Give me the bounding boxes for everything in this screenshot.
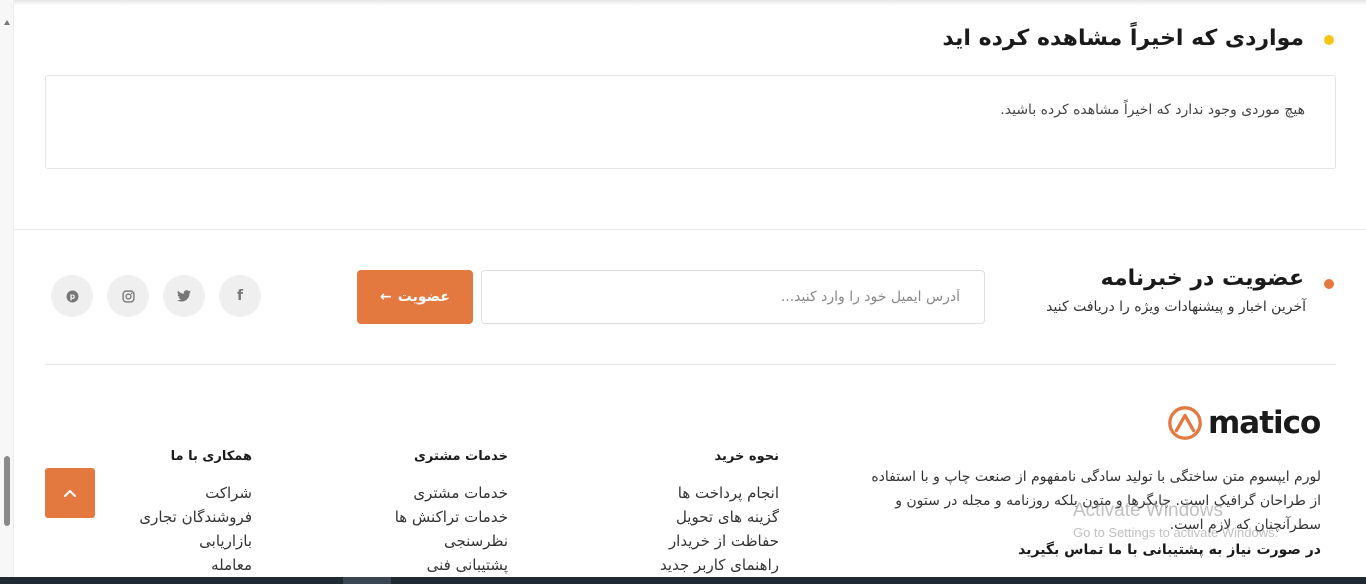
instagram-icon xyxy=(121,289,135,303)
scroll-to-top-button[interactable] xyxy=(45,468,95,518)
arrow-left-icon: ← xyxy=(380,289,392,305)
footer-link[interactable]: انجام پرداخت ها xyxy=(660,481,779,505)
footer-link[interactable]: گزینه های تحویل xyxy=(660,505,779,529)
chevron-up-icon xyxy=(64,490,76,497)
activate-windows-subtext: Go to Settings to activate Windows. xyxy=(1073,525,1279,540)
footer-link[interactable]: خدمات مشتری xyxy=(395,481,508,505)
recently-viewed-title: مواردی که اخیراً مشاهده کرده اید xyxy=(942,26,1304,51)
footer-column-title: نحوه خرید xyxy=(714,449,779,464)
footer-link[interactable]: راهنمای کاربر جدید xyxy=(660,553,779,577)
footer-link[interactable]: بازاریابی xyxy=(139,529,252,553)
facebook-button[interactable]: f xyxy=(219,275,261,317)
subscribe-label: عضویت xyxy=(397,289,450,305)
footer-link[interactable]: حفاظت از خریدار xyxy=(660,529,779,553)
footer-link[interactable]: شراکت xyxy=(139,481,252,505)
matico-logo[interactable]: matico xyxy=(1166,403,1321,443)
footer-link[interactable]: پشتیبانی فنی xyxy=(395,553,508,577)
pinterest-icon: p xyxy=(66,290,78,302)
recently-viewed-empty-message: هیچ موردی وجود ندارد که اخیراً مشاهده کر… xyxy=(1000,102,1305,118)
support-contact-text: در صورت نیاز به پشتیبانی با ما تماس بگیر… xyxy=(1018,542,1321,558)
footer-column-title: همکاری با ما xyxy=(170,449,252,464)
newsletter-title: عضویت در خبرنامه xyxy=(1100,266,1304,291)
footer-column-partnership: همکاری با ما شراکت فروشندگان تجاری بازار… xyxy=(139,449,252,577)
footer-link[interactable]: نظرسنجی xyxy=(395,529,508,553)
recently-viewed-box: هیچ موردی وجود ندارد که اخیراً مشاهده کر… xyxy=(45,75,1336,169)
footer-link[interactable]: خدمات تراکنش ها xyxy=(395,505,508,529)
footer-column-customer-service: خدمات مشتری خدمات مشتری خدمات تراکنش ها … xyxy=(395,449,508,577)
twitter-icon xyxy=(177,290,191,302)
svg-text:p: p xyxy=(69,292,75,301)
os-taskbar xyxy=(0,577,1366,584)
pinterest-button[interactable]: p xyxy=(51,275,93,317)
newsletter-subtitle: آخرین اخبار و پیشنهادات ویژه را دریافت ک… xyxy=(1046,299,1306,315)
header-shadow xyxy=(14,0,1366,6)
footer-column-how-to-buy: نحوه خرید انجام پرداخت ها گزینه های تحوی… xyxy=(660,449,779,577)
taskbar-active-item[interactable] xyxy=(343,577,391,584)
newsletter-email-input[interactable] xyxy=(481,270,985,324)
footer-divider xyxy=(45,364,1336,365)
facebook-icon: f xyxy=(236,288,244,304)
section-divider xyxy=(14,229,1366,230)
left-scrollbar[interactable] xyxy=(0,0,14,584)
twitter-button[interactable] xyxy=(163,275,205,317)
section-bullet-icon xyxy=(1324,35,1334,45)
footer-link[interactable]: فروشندگان تجاری xyxy=(139,505,252,529)
logo-mark-icon xyxy=(1168,406,1202,440)
activate-windows-watermark: Activate Windows xyxy=(1073,500,1223,521)
logo-text: matico xyxy=(1208,405,1321,441)
section-bullet-icon xyxy=(1324,279,1334,289)
instagram-button[interactable] xyxy=(107,275,149,317)
footer-link[interactable]: معامله xyxy=(139,553,252,577)
scrollbar-thumb[interactable] xyxy=(4,456,10,526)
scroll-up-arrow-icon[interactable] xyxy=(4,20,10,25)
footer-column-title: خدمات مشتری xyxy=(414,449,508,464)
subscribe-button[interactable]: عضویت ← xyxy=(357,270,473,324)
